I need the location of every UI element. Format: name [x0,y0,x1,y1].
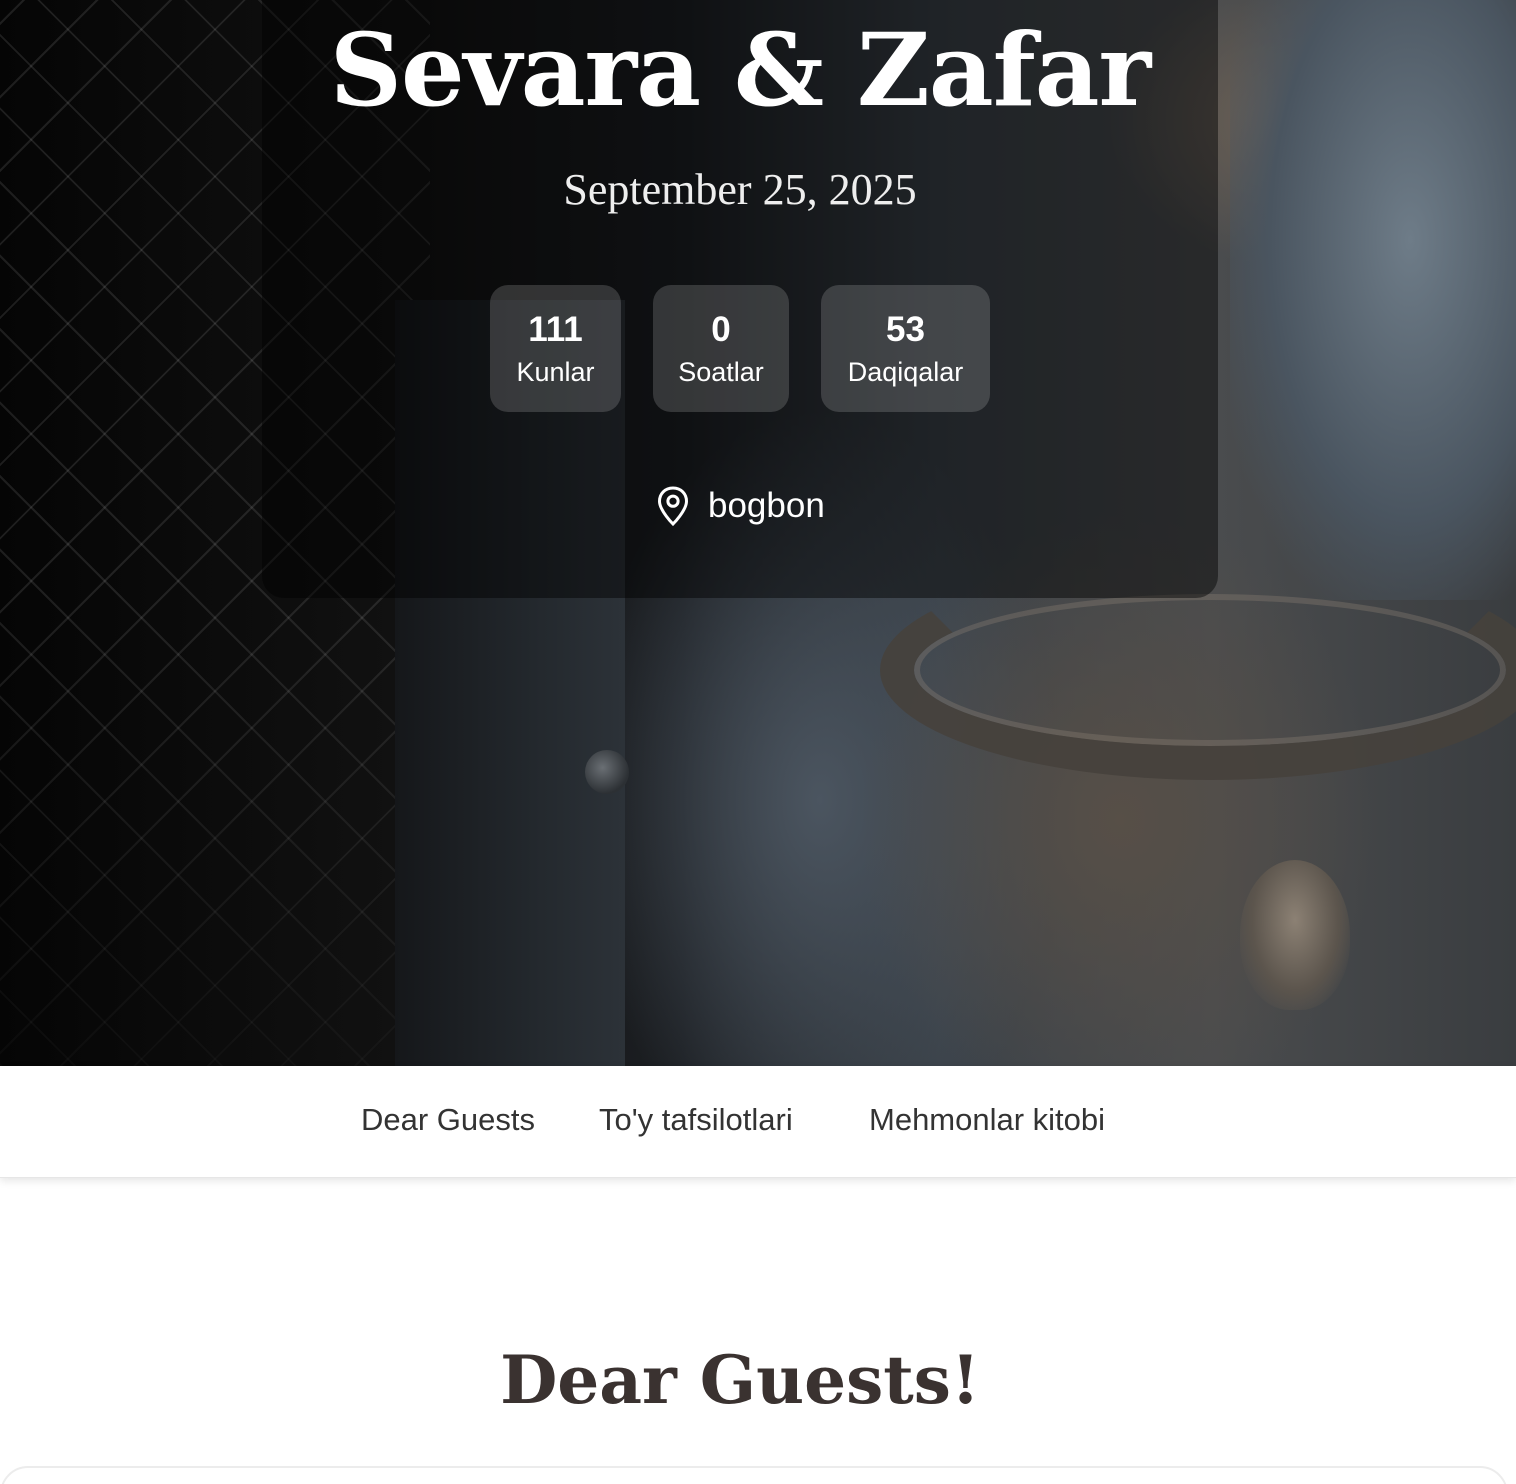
couple-names: Sevara & Zafar [329,11,1151,129]
nav-guestbook[interactable]: Mehmonlar kitobi [869,1100,1105,1140]
location-name: bogbon [708,486,825,525]
hero-photo-pendant [1240,860,1350,1010]
countdown-hours-value: 0 [711,310,731,349]
countdown-hours: 0 Soatlar [653,285,789,412]
event-date: September 25, 2025 [563,165,917,214]
hero-photo-button [585,750,629,794]
countdown-minutes-value: 53 [886,310,925,349]
countdown-hours-label: Soatlar [678,357,764,387]
nav-wedding-details[interactable]: To'y tafsilotlari [599,1100,793,1140]
hero-section: Sevara & Zafar September 25, 2025 111 Ku… [0,0,1516,1066]
hero-photo-hijab [1230,0,1516,600]
section-title: Dear Guests! [500,1341,980,1419]
nav-dear-guests[interactable]: Dear Guests [361,1100,535,1140]
map-pin-icon [657,486,689,527]
content-card [0,1466,1508,1484]
section-nav: Dear Guests To'y tafsilotlari Mehmonlar … [0,1066,1516,1178]
countdown-days-label: Kunlar [516,357,595,387]
countdown-days-value: 111 [528,310,583,349]
countdown-minutes: 53 Daqiqalar [821,285,990,412]
countdown-minutes-label: Daqiqalar [847,357,964,387]
event-location[interactable]: bogbon [654,482,825,530]
countdown-days: 111 Kunlar [490,285,621,412]
